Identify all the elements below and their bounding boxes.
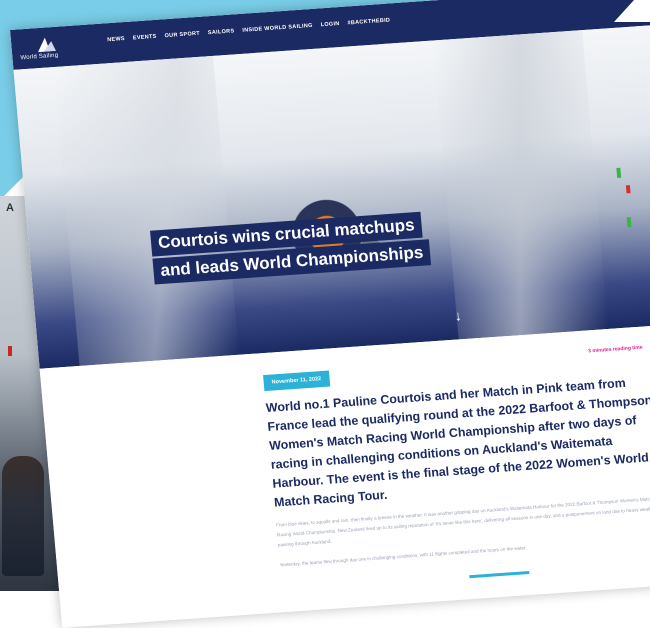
article-lead: World no.1 Pauline Courtois and her Matc…: [265, 375, 650, 510]
green-marker: [616, 167, 622, 178]
nav-item-inside-world-sailing[interactable]: INSIDE WORLD SAILING: [242, 23, 313, 34]
article-content: November 11, 2022 3 minutes reading time…: [39, 324, 650, 628]
nav-item-login[interactable]: LOGIN: [320, 21, 339, 28]
nav-item-backthebid[interactable]: #BACKTHEBID: [347, 17, 390, 26]
nav-item-sailors[interactable]: SAILORS: [208, 28, 235, 36]
website-page: World Sailing NEWS EVENTS OUR SPORT SAIL…: [10, 0, 650, 628]
nav-item-our-sport[interactable]: OUR SPORT: [164, 31, 200, 39]
background-red-mark: [8, 346, 12, 356]
sail-highlight: [53, 55, 240, 366]
reading-time: 3 minutes reading time: [587, 344, 643, 355]
teal-accent-bar: [469, 571, 530, 579]
green-marker: [626, 217, 632, 228]
nav-item-news[interactable]: NEWS: [107, 36, 125, 43]
hero-image: Courtois wins crucial matchups and leads…: [13, 25, 650, 369]
date-badge: November 11, 2022: [263, 370, 330, 392]
red-marker: [625, 185, 631, 194]
sail-highlight: [432, 30, 609, 340]
main-menu: NEWS EVENTS OUR SPORT SAILORS INSIDE WOR…: [107, 17, 390, 43]
background-person: [2, 456, 44, 576]
nav-item-events[interactable]: EVENTS: [133, 34, 157, 42]
scroll-down-arrow-icon[interactable]: ↓: [454, 307, 462, 323]
background-letter: A: [6, 202, 14, 214]
